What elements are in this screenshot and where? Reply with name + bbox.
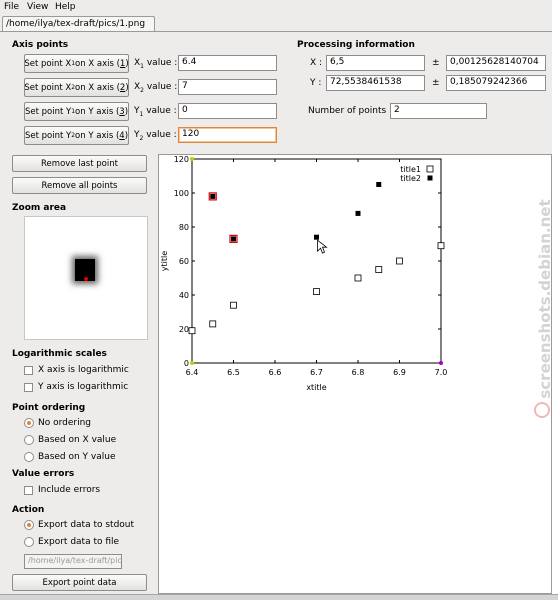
- proc-y-error[interactable]: 0,185079242366: [446, 75, 546, 91]
- series-title2-point: [210, 193, 216, 199]
- axis-points-title: Axis points: [12, 40, 69, 50]
- x-tick-label: 6.7: [310, 368, 323, 377]
- series-title1-point: [209, 320, 217, 328]
- proc-x-pm: ±: [432, 58, 440, 68]
- set-point-x1-button[interactable]: Set point X1 on X axis (1): [24, 54, 129, 73]
- export-file-path-input[interactable]: /home/ilya/tex-draft/pics: [24, 554, 122, 569]
- x-log-label: X axis is logarithmic: [38, 365, 129, 375]
- proc-x-label: X :: [310, 58, 323, 68]
- x-tick-label: 6.8: [352, 368, 365, 377]
- series-title1-point: [354, 274, 362, 282]
- taskbar: [0, 594, 558, 600]
- y-tick-label: 80: [179, 223, 189, 232]
- zoom-area-title: Zoom area: [12, 203, 67, 213]
- menu-bar: File View Help: [0, 0, 552, 15]
- ordering-x-label: Based on X value: [38, 435, 117, 445]
- x2-value-label: X2 value :: [134, 82, 178, 94]
- series-title1-point: [313, 288, 320, 296]
- y-axis-label: ytitle: [160, 251, 169, 271]
- export-point-data-button[interactable]: Export point data: [12, 574, 147, 591]
- axis-point-x1-marker: [190, 361, 194, 365]
- series-title1-point: [188, 327, 196, 335]
- x-tick-label: 6.9: [393, 368, 406, 377]
- series-title2-point: [314, 234, 319, 240]
- x1-value-input[interactable]: 6.4: [178, 55, 277, 71]
- plot-image-background: [159, 155, 447, 393]
- num-points-label: Number of points :: [308, 106, 393, 116]
- set-point-y2-button[interactable]: Set point Y2 on Y axis (4): [24, 126, 129, 145]
- proc-x-value[interactable]: 6,5: [326, 55, 425, 71]
- series-title2-point: [355, 210, 361, 216]
- series-title1-point: [375, 266, 383, 273]
- tab-image[interactable]: /home/ilya/tex-draft/pics/1.png: [2, 16, 155, 32]
- log-scales-title: Logarithmic scales: [12, 349, 107, 359]
- x2-value-input[interactable]: 7: [178, 79, 277, 95]
- proc-y-value[interactable]: 72,5538461538: [326, 75, 425, 91]
- export-file-label: Export data to file: [38, 537, 120, 547]
- legend-label: title1: [400, 165, 421, 174]
- menu-help[interactable]: Help: [55, 2, 76, 12]
- export-file-radio[interactable]: [24, 537, 34, 547]
- y1-value-input[interactable]: 0: [178, 103, 277, 119]
- include-errors-label: Include errors: [38, 485, 101, 495]
- x1-value-label: X1 value :: [134, 58, 178, 70]
- num-points-value[interactable]: 2: [390, 103, 487, 119]
- series-title2-point: [376, 182, 382, 187]
- set-point-x2-button[interactable]: Set point X2 on X axis (2): [24, 78, 129, 97]
- y-log-checkbox[interactable]: [24, 383, 33, 392]
- y-tick-label: 60: [179, 257, 189, 266]
- legend-label: title2: [400, 174, 421, 183]
- y-tick-label: 120: [174, 155, 189, 164]
- ordering-x-radio[interactable]: [24, 435, 34, 445]
- y-tick-label: 20: [179, 325, 189, 334]
- plot-svg[interactable]: 6.4 6.5 6.6 6.7 6.8 6.9 7.0 0 20 40 60 80 100 120 xtit…: [159, 155, 553, 595]
- x-tick-label: 6.6: [269, 368, 282, 377]
- x-tick-label: 7.0: [435, 368, 448, 377]
- y-tick-label: 0: [184, 359, 189, 368]
- proc-y-pm: ±: [432, 78, 440, 88]
- tab-divider: [0, 31, 552, 32]
- series-title1-point: [396, 257, 403, 265]
- processing-title: Processing information: [297, 40, 415, 50]
- series-title1-point: [230, 301, 237, 309]
- x-axis-label: xtitle: [306, 383, 326, 392]
- y-tick-label: 40: [179, 291, 189, 300]
- action-title: Action: [12, 505, 45, 515]
- proc-x-error[interactable]: 0,00125628140704: [446, 55, 546, 71]
- x-tick-label: 6.4: [186, 368, 199, 377]
- x-tick-label: 6.5: [227, 368, 240, 377]
- export-stdout-label: Export data to stdout: [38, 520, 135, 530]
- y2-value-input[interactable]: 120: [178, 127, 277, 143]
- ordering-none-label: No ordering: [38, 418, 92, 428]
- y-log-label: Y axis is logarithmic: [38, 382, 129, 392]
- zoom-cursor-dot: [84, 277, 88, 281]
- menu-view[interactable]: View: [27, 2, 48, 12]
- watermark: screenshots.debian.net: [530, 190, 556, 430]
- y2-value-label: Y2 value :: [134, 130, 177, 142]
- plot-canvas[interactable]: 6.4 6.5 6.6 6.7 6.8 6.9 7.0 0 20 40 60 80 100 120 xtit…: [158, 154, 552, 594]
- series-title1-point: [437, 242, 445, 250]
- menu-file[interactable]: File: [4, 2, 19, 12]
- legend-marker-filled: [427, 175, 433, 181]
- axis-point-y2-marker: [190, 157, 194, 161]
- x-log-checkbox[interactable]: [24, 366, 33, 375]
- remove-all-points-button[interactable]: Remove all points: [12, 177, 147, 194]
- ordering-y-radio[interactable]: [24, 452, 34, 462]
- legend-marker-open: [426, 165, 434, 173]
- series-title2-point: [231, 236, 236, 242]
- axis-point-x2-marker: [439, 361, 443, 365]
- point-ordering-title: Point ordering: [12, 403, 86, 413]
- ordering-none-radio[interactable]: [24, 418, 34, 428]
- proc-y-label: Y :: [310, 78, 322, 88]
- set-point-y1-button[interactable]: Set point Y1 on Y axis (3): [24, 102, 129, 121]
- ordering-y-label: Based on Y value: [38, 452, 116, 462]
- y1-value-label: Y1 value :: [134, 106, 177, 118]
- export-stdout-radio[interactable]: [24, 520, 34, 530]
- zoom-area-view: [24, 216, 148, 340]
- y-tick-label: 100: [174, 189, 189, 198]
- remove-last-point-button[interactable]: Remove last point: [12, 155, 147, 172]
- debian-logo-icon: [534, 402, 550, 418]
- include-errors-checkbox[interactable]: [24, 486, 33, 495]
- value-errors-title: Value errors: [12, 469, 75, 479]
